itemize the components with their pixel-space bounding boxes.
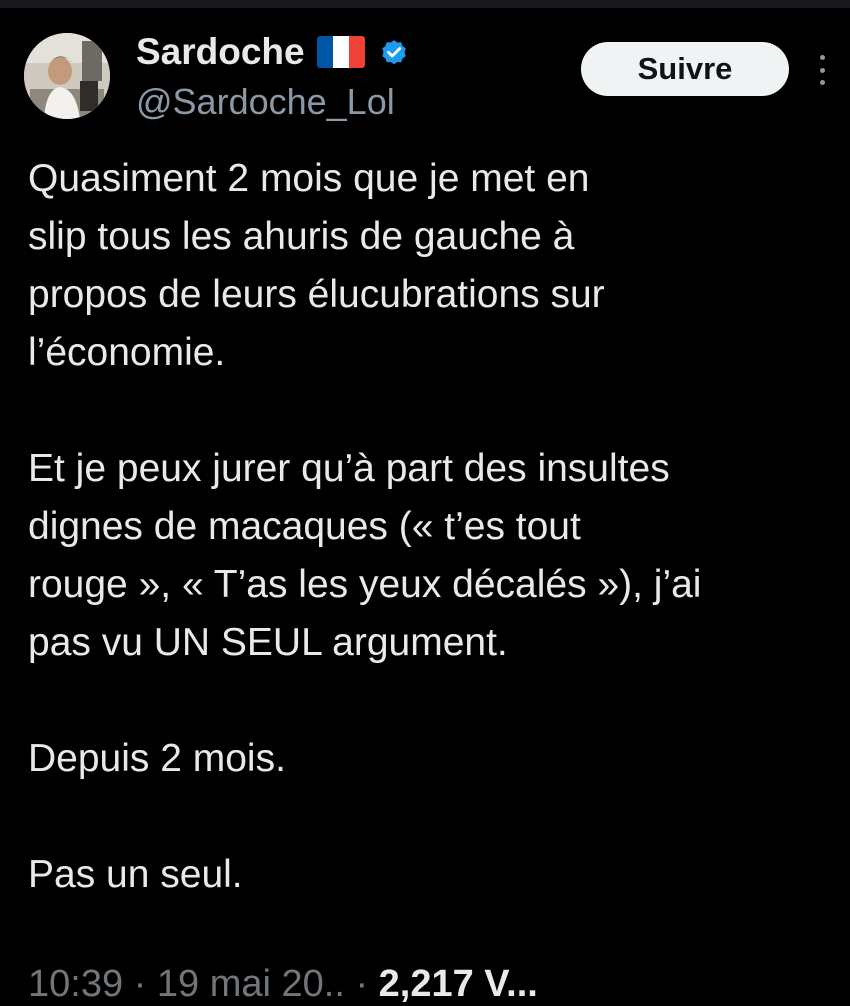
france-flag-icon bbox=[316, 36, 365, 68]
tweet-paragraph: Depuis 2 mois. bbox=[28, 737, 286, 780]
author-display-name[interactable]: Sardoche bbox=[136, 30, 305, 74]
tweet-paragraph: Quasiment 2 mois que je met en slip tous… bbox=[28, 157, 605, 374]
more-vertical-icon[interactable] bbox=[812, 55, 832, 85]
tweet-text: Quasiment 2 mois que je met en slip tous… bbox=[28, 150, 843, 904]
author-handle[interactable]: @Sardoche_Lol bbox=[136, 80, 395, 124]
author-name-row: Sardoche bbox=[136, 30, 409, 74]
avatar-photo bbox=[24, 33, 110, 119]
tweet-paragraph: Pas un seul. bbox=[28, 853, 243, 896]
tweet-views: 2,217 V... bbox=[378, 963, 538, 1005]
tweet-time[interactable]: 10:39 bbox=[28, 963, 123, 1005]
avatar[interactable] bbox=[24, 33, 110, 119]
verified-badge-icon[interactable] bbox=[379, 37, 409, 67]
tweet-meta: 10:39 · 19 mai 20.. · 2,217 V... bbox=[28, 963, 538, 1005]
tweet-date[interactable]: 19 mai 20.. bbox=[157, 963, 345, 1005]
follow-button[interactable]: Suivre bbox=[581, 42, 789, 96]
top-divider bbox=[0, 0, 850, 8]
tweet-paragraph: Et je peux jurer qu’à part des insultes … bbox=[28, 447, 702, 664]
